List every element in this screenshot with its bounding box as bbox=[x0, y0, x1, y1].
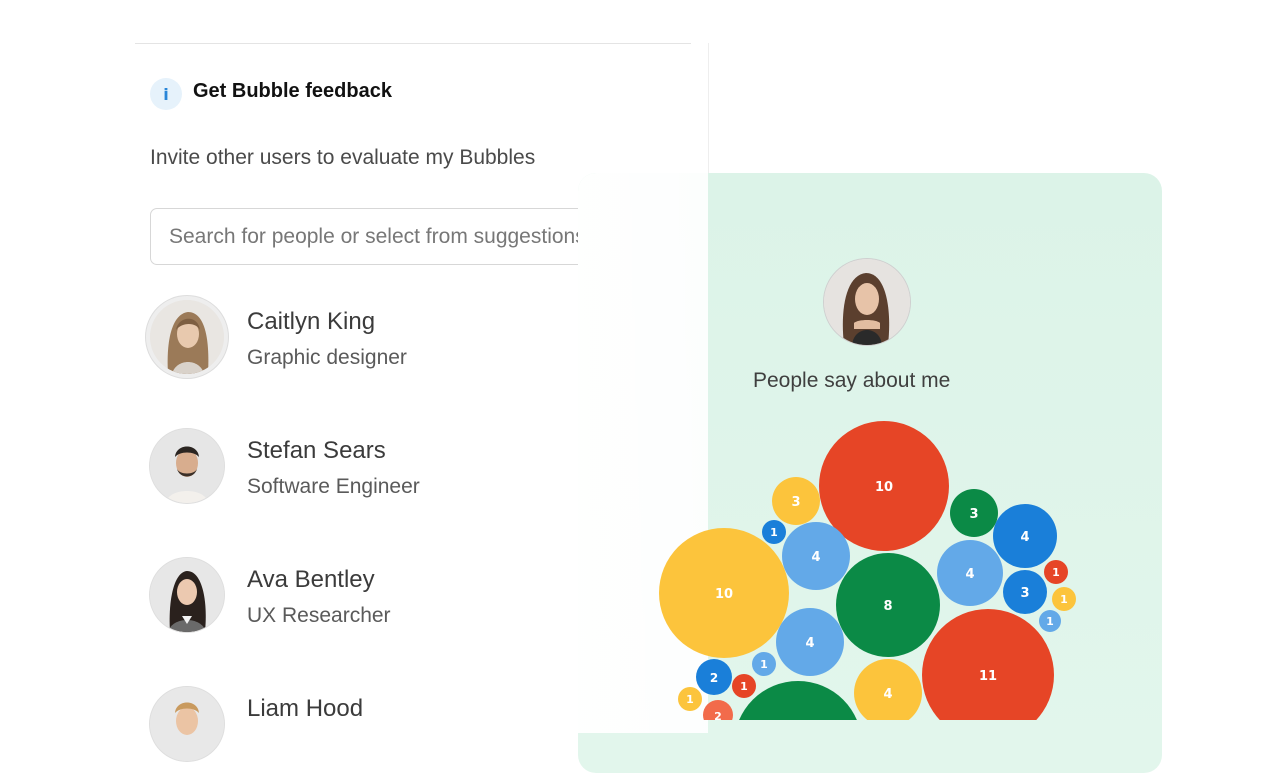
profile-avatar bbox=[824, 259, 910, 345]
avatar bbox=[150, 558, 224, 632]
person-name: Liam Hood bbox=[247, 695, 364, 722]
person-item[interactable]: Caitlyn King Graphic designer bbox=[150, 300, 580, 380]
info-icon: i bbox=[150, 78, 182, 110]
avatar bbox=[150, 429, 224, 503]
card-overlay bbox=[578, 173, 708, 733]
person-role: UX Researcher bbox=[247, 604, 391, 627]
panel-divider bbox=[135, 43, 691, 44]
person-item[interactable]: Ava Bentley UX Researcher bbox=[150, 558, 580, 638]
person-role: Graphic designer bbox=[247, 346, 407, 369]
person-role: Software Engineer bbox=[247, 475, 420, 498]
avatar bbox=[150, 300, 224, 374]
avatar bbox=[150, 687, 224, 761]
person-item[interactable]: Liam Hood bbox=[150, 687, 580, 767]
person-name: Stefan Sears bbox=[247, 437, 386, 464]
card-heading: People say about me bbox=[753, 369, 951, 392]
panel-title: Get Bubble feedback bbox=[193, 80, 392, 102]
search-input[interactable] bbox=[167, 209, 611, 265]
person-name: Ava Bentley bbox=[247, 566, 375, 593]
person-name: Caitlyn King bbox=[247, 308, 376, 335]
person-item[interactable]: Stefan Sears Software Engineer bbox=[150, 429, 580, 509]
panel-subtitle: Invite other users to evaluate my Bubble… bbox=[150, 146, 536, 169]
